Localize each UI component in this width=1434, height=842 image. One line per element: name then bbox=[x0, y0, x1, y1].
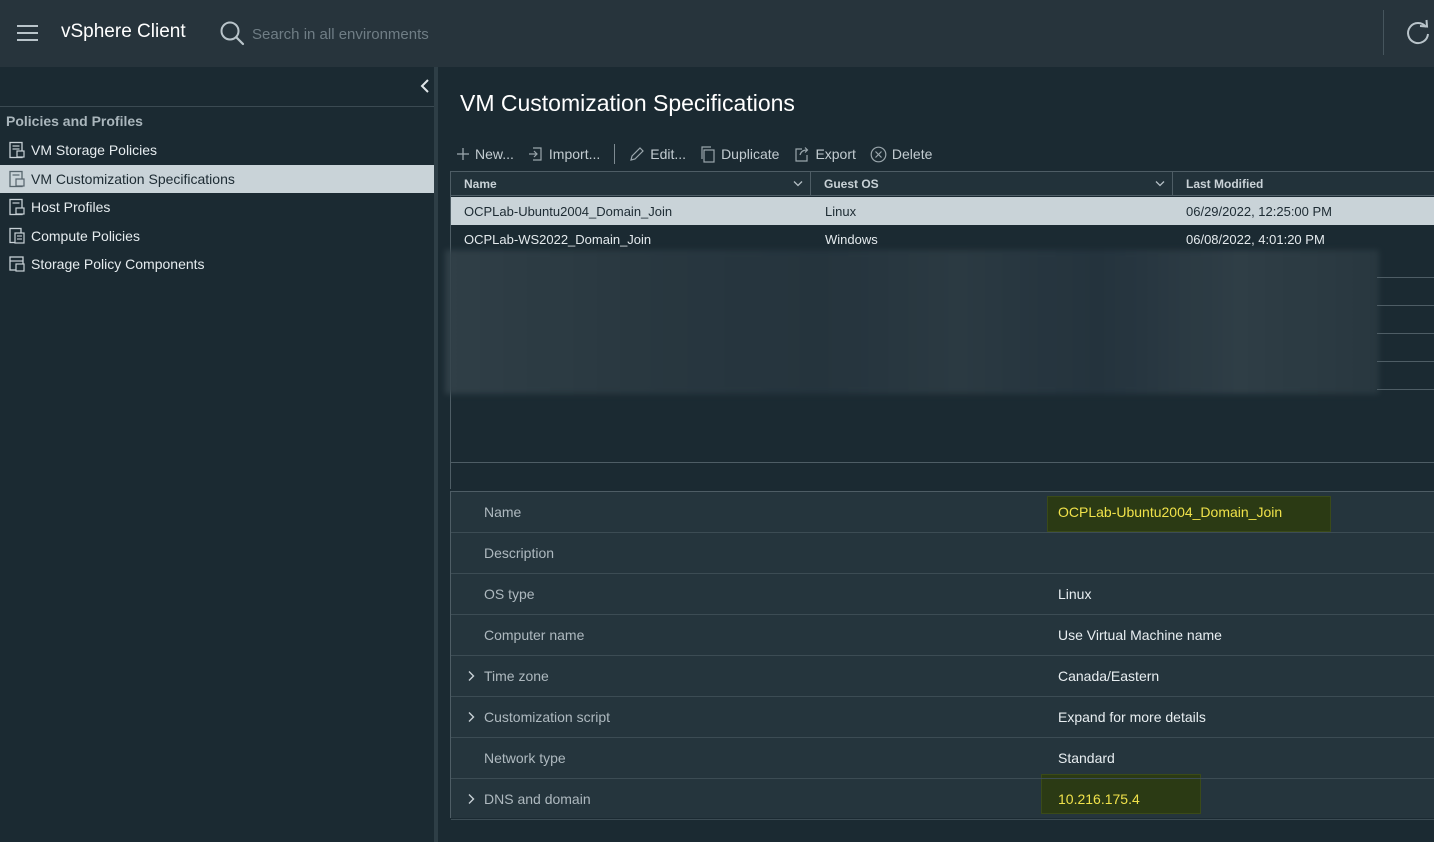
new-button[interactable]: New... bbox=[456, 146, 514, 162]
column-filter-chevron-down-icon[interactable] bbox=[1155, 180, 1165, 188]
sidebar: Policies and Profiles VM Storage Policie… bbox=[0, 67, 434, 842]
table-row[interactable]: OCPLab-WS2022_Domain_Join Windows 06/08/… bbox=[451, 225, 1434, 253]
collapse-sidebar-icon[interactable] bbox=[418, 78, 434, 94]
sidebar-item-storage-policy-components[interactable]: Storage Policy Components bbox=[0, 250, 434, 278]
detail-row-customization-script[interactable]: Customization script Expand for more det… bbox=[451, 697, 1434, 738]
app-title: vSphere Client bbox=[61, 21, 186, 42]
sidebar-item-label: Compute Policies bbox=[31, 228, 140, 244]
detail-row-description: Description bbox=[451, 533, 1434, 574]
table-header: Name Guest OS Last Modified bbox=[451, 172, 1434, 196]
delete-button[interactable]: Delete bbox=[870, 146, 932, 163]
table-row[interactable]: OCPLab-Ubuntu2004_Domain_Join Linux 06/2… bbox=[451, 197, 1434, 225]
export-button-label: Export bbox=[815, 146, 856, 162]
export-icon bbox=[795, 147, 809, 162]
sidebar-item-label: Storage Policy Components bbox=[31, 256, 205, 272]
edit-button[interactable]: Edit... bbox=[629, 146, 686, 162]
toolbar-separator bbox=[614, 144, 616, 164]
details-panel: Name OCPLab-Ubuntu2004_Domain_Join Descr… bbox=[450, 491, 1434, 820]
export-button[interactable]: Export bbox=[793, 146, 856, 162]
column-header-name[interactable]: Name bbox=[451, 172, 810, 196]
plus-icon bbox=[457, 148, 469, 160]
edit-button-label: Edit... bbox=[650, 146, 687, 162]
detail-row-network-type: Network type Standard bbox=[451, 738, 1434, 779]
detail-value: Use Virtual Machine name bbox=[1058, 627, 1222, 643]
compute-policy-icon bbox=[9, 227, 25, 244]
specs-table: Name Guest OS Last Modified OCPLab-Ubunt… bbox=[445, 171, 1434, 489]
detail-value: Canada/Eastern bbox=[1058, 668, 1160, 684]
detail-label: Name bbox=[484, 504, 522, 520]
sidebar-heading: Policies and Profiles bbox=[6, 113, 143, 129]
search-icon[interactable] bbox=[219, 20, 245, 46]
main-content: VM Customization Specifications New... I… bbox=[438, 67, 1434, 842]
sidebar-item-label: Host Profiles bbox=[31, 199, 111, 215]
refresh-icon[interactable] bbox=[1404, 19, 1432, 47]
cell-guest-os: Windows bbox=[825, 231, 878, 247]
detail-value: Expand for more details bbox=[1058, 709, 1206, 725]
delete-button-label: Delete bbox=[891, 146, 933, 162]
hamburger-menu-icon[interactable] bbox=[16, 22, 40, 44]
detail-row-os-type: OS type Linux bbox=[451, 574, 1434, 615]
detail-row-computer-name: Computer name Use Virtual Machine name bbox=[451, 615, 1434, 656]
customization-spec-icon bbox=[9, 170, 25, 188]
storage-component-icon bbox=[9, 256, 25, 272]
duplicate-button[interactable]: Duplicate bbox=[700, 145, 780, 163]
column-header-label: Last Modified bbox=[1186, 177, 1264, 191]
expand-chevron-right-icon[interactable] bbox=[465, 670, 477, 682]
detail-value: OCPLab-Ubuntu2004_Domain_Join bbox=[1058, 504, 1283, 520]
storage-policy-icon bbox=[9, 141, 25, 159]
cell-guest-os: Linux bbox=[825, 203, 857, 219]
column-header-label: Guest OS bbox=[824, 177, 879, 191]
top-header: vSphere Client bbox=[0, 0, 1434, 67]
import-button-label: Import... bbox=[548, 146, 601, 162]
sidebar-item-vm-customization-specifications[interactable]: VM Customization Specifications bbox=[0, 165, 434, 193]
cell-last-modified: 06/29/2022, 12:25:00 PM bbox=[1186, 203, 1333, 219]
duplicate-icon bbox=[701, 145, 715, 163]
column-header-last-modified[interactable]: Last Modified bbox=[1173, 172, 1434, 196]
sidebar-item-vm-storage-policies[interactable]: VM Storage Policies bbox=[0, 136, 434, 164]
global-search-input[interactable] bbox=[252, 22, 552, 46]
page-title: VM Customization Specifications bbox=[460, 90, 795, 116]
detail-value: Standard bbox=[1058, 750, 1115, 766]
host-profile-icon bbox=[9, 198, 25, 216]
sidebar-separator bbox=[0, 106, 434, 107]
pencil-icon bbox=[630, 147, 645, 161]
column-header-guest-os[interactable]: Guest OS bbox=[811, 172, 1172, 196]
import-icon bbox=[528, 147, 542, 161]
sidebar-item-label: VM Storage Policies bbox=[31, 142, 158, 158]
detail-row-time-zone[interactable]: Time zone Canada/Eastern bbox=[451, 656, 1434, 697]
redacted-rows bbox=[445, 250, 1379, 394]
detail-label: OS type bbox=[484, 586, 535, 602]
detail-value: Linux bbox=[1058, 586, 1092, 602]
expand-chevron-right-icon[interactable] bbox=[465, 793, 477, 805]
cell-name: OCPLab-WS2022_Domain_Join bbox=[464, 231, 652, 247]
detail-row-dns-and-domain[interactable]: DNS and domain 10.216.175.4 bbox=[451, 779, 1434, 820]
detail-label: Description bbox=[484, 545, 555, 561]
new-button-label: New... bbox=[475, 146, 514, 162]
cell-last-modified: 06/08/2022, 4:01:20 PM bbox=[1186, 231, 1325, 247]
detail-label: Time zone bbox=[484, 668, 549, 684]
detail-label: Computer name bbox=[484, 627, 585, 643]
detail-label: Network type bbox=[484, 750, 566, 766]
column-filter-chevron-down-icon[interactable] bbox=[793, 180, 803, 188]
detail-row-name: Name OCPLab-Ubuntu2004_Domain_Join bbox=[451, 492, 1434, 533]
import-button[interactable]: Import... bbox=[528, 146, 600, 162]
sidebar-item-compute-policies[interactable]: Compute Policies bbox=[0, 222, 434, 250]
expand-chevron-right-icon[interactable] bbox=[465, 711, 477, 723]
sidebar-item-host-profiles[interactable]: Host Profiles bbox=[0, 193, 434, 221]
header-divider bbox=[1383, 10, 1384, 55]
detail-value: 10.216.175.4 bbox=[1058, 791, 1140, 807]
column-header-label: Name bbox=[464, 177, 497, 191]
row-lines bbox=[1377, 250, 1434, 394]
detail-label: Customization script bbox=[484, 709, 611, 725]
sidebar-item-label: VM Customization Specifications bbox=[31, 171, 235, 187]
cell-name: OCPLab-Ubuntu2004_Domain_Join bbox=[464, 203, 673, 219]
duplicate-button-label: Duplicate bbox=[721, 146, 780, 162]
detail-label: DNS and domain bbox=[484, 791, 591, 807]
delete-icon bbox=[870, 146, 887, 162]
toolbar: New... Import... Edit... Duplicate Expor… bbox=[456, 143, 946, 165]
table-footer-divider bbox=[451, 462, 1434, 463]
